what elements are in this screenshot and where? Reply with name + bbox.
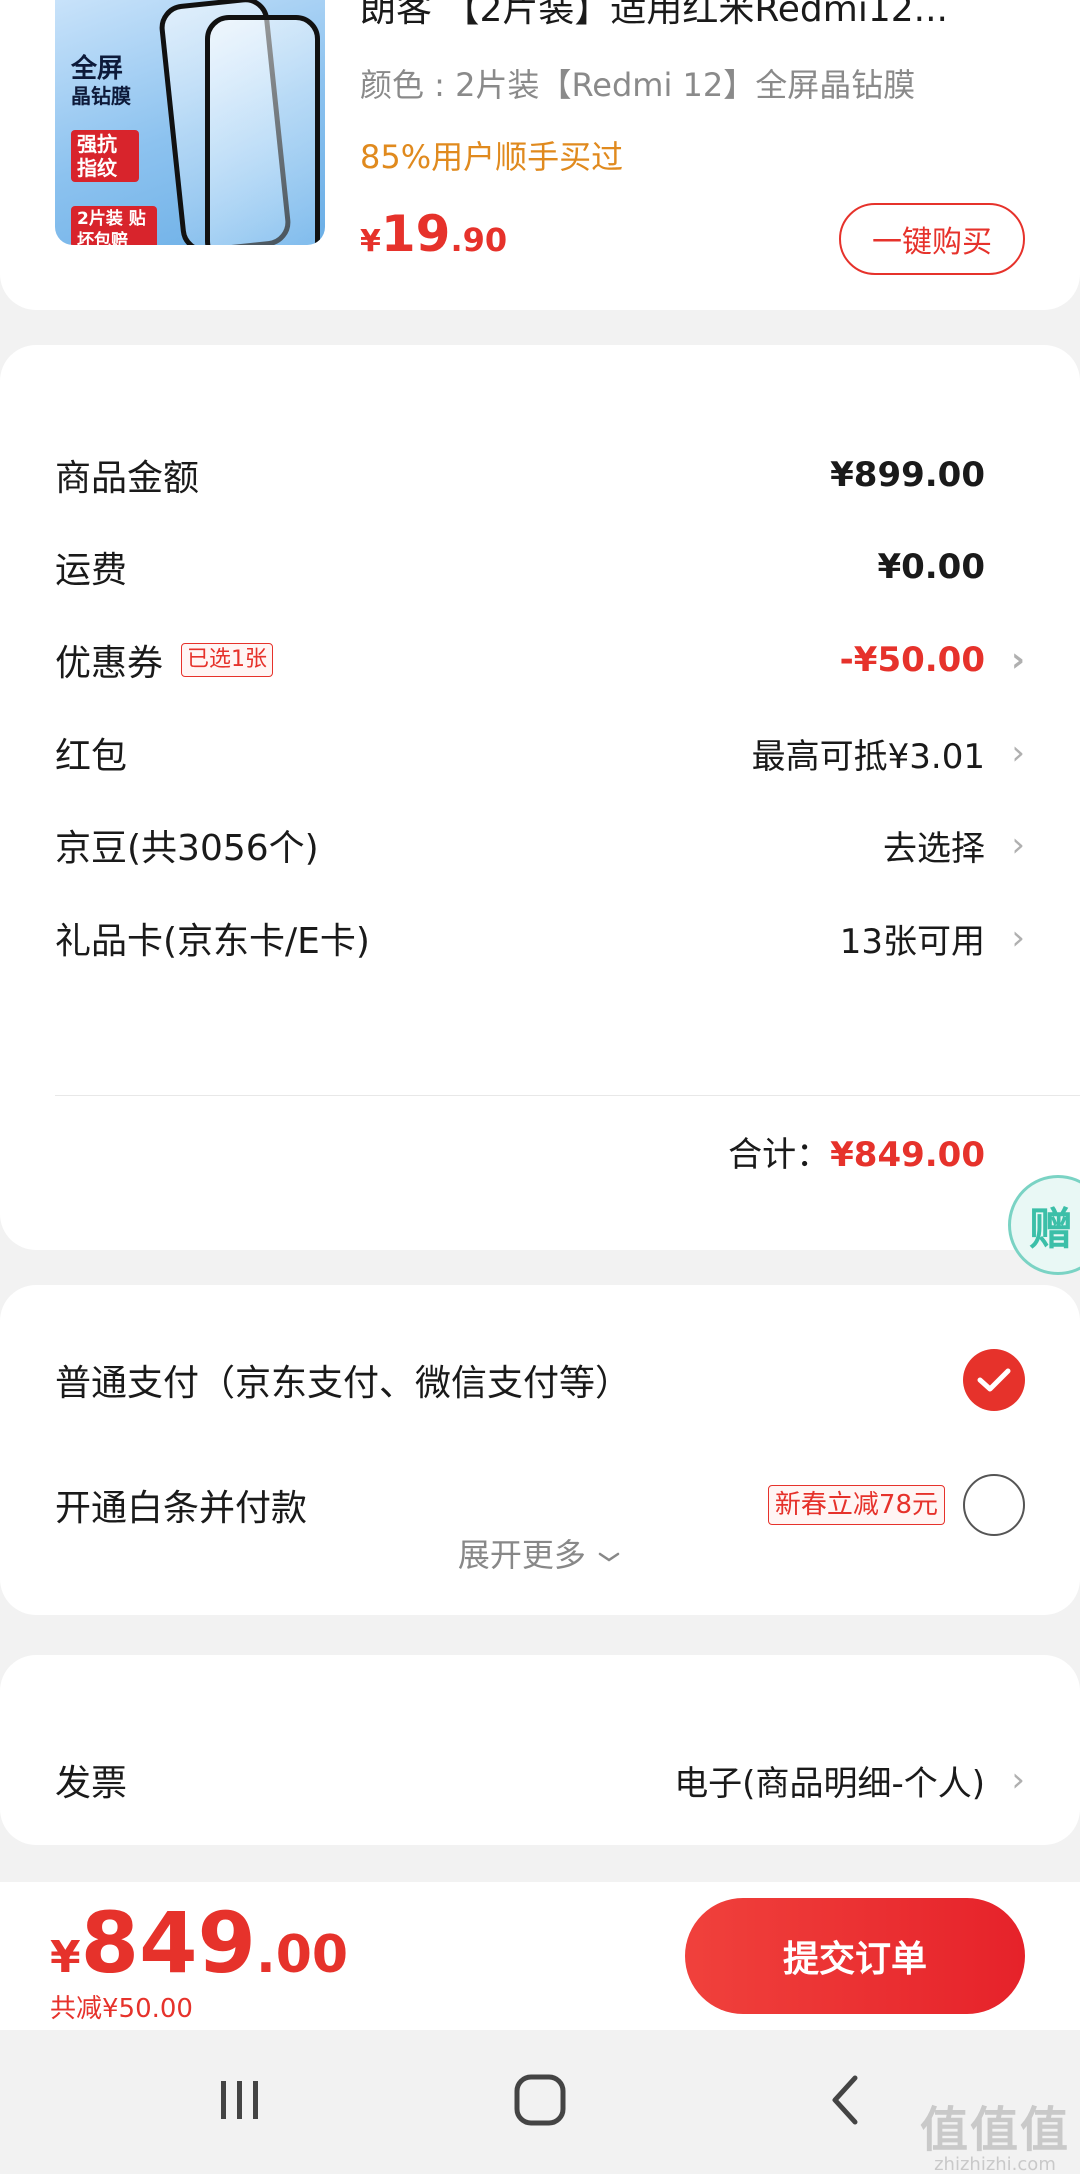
shipping-label: 运费 [55, 550, 128, 591]
jingdou-value-text: 去选择 [883, 828, 985, 869]
checkout-saving: 共减¥50.00 [50, 1994, 193, 2024]
home-icon[interactable] [500, 2070, 580, 2130]
normal-payment-label: 普通支付（京东支付、微信支付等） [55, 1363, 632, 1404]
product-thumbnail[interactable]: 全屏 晶钻膜 强抗指纹 2片装 贴坏包赔 [55, 0, 325, 245]
gift-card-row[interactable]: 礼品卡(京东卡/E卡) 13张可用 › [55, 908, 1025, 968]
goods-amount-label: 商品金额 [55, 458, 200, 499]
coupon-value: -¥50.00 › [840, 640, 1025, 680]
checkout-total: ¥849.00 [50, 1894, 348, 1992]
checkmark-icon[interactable] [963, 1349, 1025, 1411]
coupon-row[interactable]: 优惠券 已选1张 -¥50.00 › [55, 630, 1025, 690]
site-watermark: 值值值 zhizhizhi.com [920, 2090, 1070, 2174]
back-icon[interactable] [805, 2070, 885, 2130]
red-packet-value-text: 最高可抵¥3.01 [751, 736, 985, 777]
invoice-value: 电子(商品明细-个人) › [674, 1756, 1025, 1805]
submit-order-button[interactable]: 提交订单 [685, 1898, 1025, 2014]
red-packet-value: 最高可抵¥3.01 › [752, 729, 1025, 778]
goods-amount-text: ¥899.00 [830, 455, 985, 495]
baitiao-right-group: 新春立减78元 [767, 1474, 1025, 1536]
product-title[interactable]: 朗客 【2片装】适用红米Redmi12... [360, 0, 1000, 32]
coupon-selected-tag: 已选1张 [181, 643, 274, 677]
coupon-label: 优惠券 [55, 643, 164, 684]
red-packet-row[interactable]: 红包 最高可抵¥3.01 › [55, 723, 1025, 783]
thumb-text-line3: 强抗指纹 [71, 130, 139, 182]
order-total: 合计：¥849.00 [728, 1127, 985, 1176]
thumb-text-line2: 晶钻膜 [71, 84, 131, 108]
recent-apps-icon[interactable] [200, 2070, 280, 2130]
red-packet-label: 红包 [55, 736, 128, 777]
chevron-right-icon: › [1011, 733, 1025, 773]
checkout-bar: ¥849.00 共减¥50.00 提交订单 [0, 1882, 1080, 2030]
radio-unchecked-icon[interactable] [963, 1474, 1025, 1536]
order-amount-card: 商品金额 ¥899.00 运费 ¥0.00 优惠券 已选1张 -¥50.00 › 红… [0, 345, 1080, 1250]
baitiao-payment-label: 开通白条并付款 [55, 1488, 308, 1529]
payment-method-card: 普通支付（京东支付、微信支付等） 开通白条并付款 新春立减78元 展开更多 [0, 1285, 1080, 1615]
gift-card-value: 13张可用 › [840, 914, 1025, 963]
gift-card-value-text: 13张可用 [839, 921, 985, 962]
baitiao-promo-tag: 新春立减78元 [767, 1485, 945, 1525]
product-price: ¥19.90 [360, 205, 507, 263]
checkout-total-symbol: ¥ [50, 1932, 81, 1983]
goods-amount-row: 商品金额 ¥899.00 [55, 445, 1025, 505]
one-click-buy-button[interactable]: 一键购买 [839, 203, 1025, 275]
phone-illustration-front [205, 15, 320, 245]
total-value: ¥849.00 [830, 1135, 985, 1175]
invoice-row[interactable]: 发票 电子(商品明细-个人) › [55, 1750, 1025, 1810]
chevron-right-icon: › [1011, 825, 1025, 865]
amount-divider [55, 1095, 1080, 1096]
jingdou-value: 去选择 › [883, 821, 1025, 870]
gift-card-label: 礼品卡(京东卡/E卡) [55, 921, 370, 962]
chevron-down-icon [598, 1552, 620, 1562]
expand-more-label: 展开更多 [457, 1536, 586, 1574]
price-symbol: ¥ [360, 224, 381, 259]
product-spec: 颜色 : 2片装【Redmi 12】全屏晶钻膜 [360, 66, 916, 104]
normal-payment-option[interactable]: 普通支付（京东支付、微信支付等） [55, 1345, 1025, 1415]
chevron-right-icon: › [1011, 1760, 1025, 1800]
thumb-text-line4: 2片装 贴坏包赔 [71, 206, 157, 245]
shipping-value: ¥0.00 [877, 547, 1025, 587]
coupon-label-group: 优惠券 已选1张 [55, 634, 274, 686]
jingdou-label: 京豆(共3056个) [55, 828, 319, 869]
coupon-value-text: -¥50.00 [839, 640, 985, 680]
invoice-label: 发票 [55, 1763, 128, 1804]
invoice-value-text: 电子(商品明细-个人) [674, 1763, 985, 1804]
expand-more-button[interactable]: 展开更多 [0, 1530, 1080, 1576]
shipping-row: 运费 ¥0.00 [55, 537, 1025, 597]
price-int: 19 [380, 205, 451, 263]
checkout-total-dec: .00 [255, 1925, 349, 1985]
watermark-main: 值值值 [919, 2102, 1070, 2158]
product-buyers-note: 85%用户顺手买过 [360, 138, 624, 176]
jingdou-row[interactable]: 京豆(共3056个) 去选择 › [55, 815, 1025, 875]
invoice-card: 发票 电子(商品明细-个人) › [0, 1655, 1080, 1845]
total-label: 合计： [728, 1135, 831, 1175]
checkout-total-int: 849 [80, 1894, 256, 1992]
recommended-product-card: 全屏 晶钻膜 强抗指纹 2片装 贴坏包赔 朗客 【2片装】适用红米Redmi12… [0, 0, 1080, 310]
chevron-right-icon: › [1010, 640, 1025, 680]
watermark-sub: zhizhizhi.com [934, 2154, 1056, 2174]
shipping-text: ¥0.00 [877, 547, 985, 587]
chevron-right-icon: › [1011, 918, 1025, 958]
system-navigation-bar: 值值值 zhizhizhi.com [0, 2030, 1080, 2174]
price-dec: .90 [450, 221, 508, 259]
goods-amount-value: ¥899.00 [830, 455, 1025, 495]
